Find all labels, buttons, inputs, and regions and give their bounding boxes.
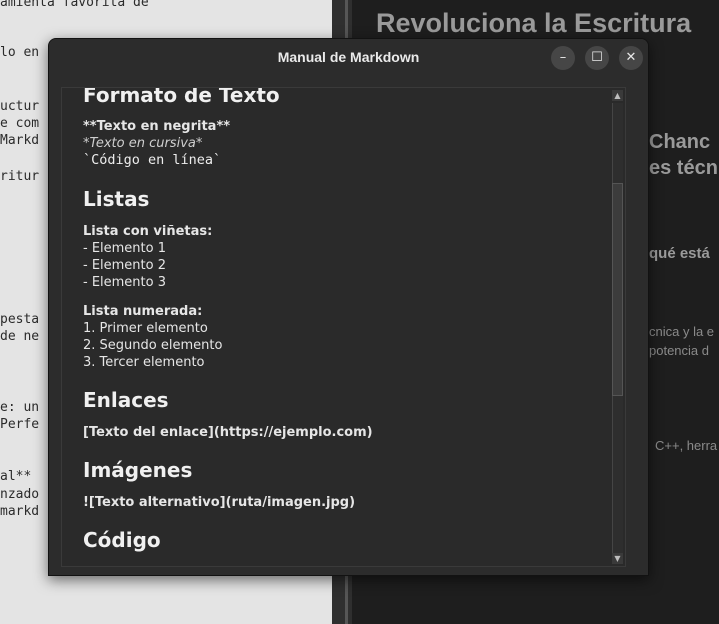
editor-line: pesta: [0, 312, 40, 327]
scroll-down-button[interactable]: ▼: [612, 553, 623, 564]
maximize-icon: ☐: [591, 50, 603, 65]
numbered-item: 3. Tercer elemento: [83, 355, 205, 370]
section-heading-links: Enlaces: [83, 388, 169, 412]
section-heading-lists: Listas: [83, 187, 150, 211]
bullet-item: - Elemento 3: [83, 275, 167, 290]
preview-title: Revoluciona la Escritura: [376, 8, 692, 38]
section-heading-code: Código: [83, 528, 161, 552]
dialog-titlebar[interactable]: Manual de Markdown – ☐ ✕: [49, 39, 648, 76]
preview-subheading: qué está: [649, 245, 710, 262]
editor-line: markd: [0, 504, 40, 519]
preview-heading: es técn: [649, 157, 718, 179]
manual-content-area[interactable]: Formato de Texto **Texto en negrita** *T…: [61, 87, 626, 567]
bullet-item: - Elemento 1: [83, 241, 167, 256]
preview-paragraph: potencia d: [649, 343, 709, 358]
editor-line: de ne: [0, 329, 40, 344]
preview-heading: Chanc: [649, 131, 711, 153]
preview-paragraph: C++, herra: [655, 438, 718, 453]
arrow-down-icon: ▼: [614, 554, 621, 563]
code-example: `Código en línea`: [83, 152, 222, 168]
editor-line: Perfe: [0, 417, 40, 432]
scrollbar-thumb[interactable]: [612, 183, 623, 396]
italic-example: *Texto en cursiva*: [83, 136, 203, 151]
editor-line: e com: [0, 116, 40, 131]
section-heading-format: Formato de Texto: [83, 87, 280, 107]
editor-line: Markd: [0, 133, 40, 148]
scroll-up-button[interactable]: ▲: [612, 90, 623, 101]
editor-line: nzado: [0, 487, 40, 502]
numbered-item: 2. Segundo elemento: [83, 338, 223, 353]
numbered-list-label: Lista numerada:: [83, 304, 203, 319]
editor-line: ritur: [0, 169, 40, 184]
bold-example: **Texto en negrita**: [83, 119, 231, 134]
minimize-button[interactable]: –: [551, 46, 575, 70]
numbered-item: 1. Primer elemento: [83, 321, 208, 336]
minimize-icon: –: [559, 50, 567, 65]
vertical-scrollbar[interactable]: ▲ ▼: [610, 88, 625, 566]
arrow-up-icon: ▲: [614, 91, 621, 100]
editor-line: al**: [0, 469, 32, 484]
bullet-list-label: Lista con viñetas:: [83, 224, 213, 239]
close-icon: ✕: [625, 50, 637, 65]
editor-line: amienta favorita de: [0, 0, 149, 10]
preview-paragraph: cnica y la e: [649, 324, 715, 339]
image-example: ![Texto alternativo](ruta/imagen.jpg): [83, 495, 356, 510]
markdown-manual-dialog: Manual de Markdown – ☐ ✕ Formato de Text…: [48, 38, 649, 576]
editor-line: e: un: [0, 400, 40, 415]
section-heading-images: Imágenes: [83, 458, 193, 482]
link-example: [Texto del enlace](https://ejemplo.com): [83, 425, 373, 440]
editor-line: lo en: [0, 45, 40, 60]
close-button[interactable]: ✕: [619, 46, 643, 70]
bullet-item: - Elemento 2: [83, 258, 167, 273]
maximize-button[interactable]: ☐: [585, 46, 609, 70]
editor-line: uctur: [0, 99, 40, 114]
